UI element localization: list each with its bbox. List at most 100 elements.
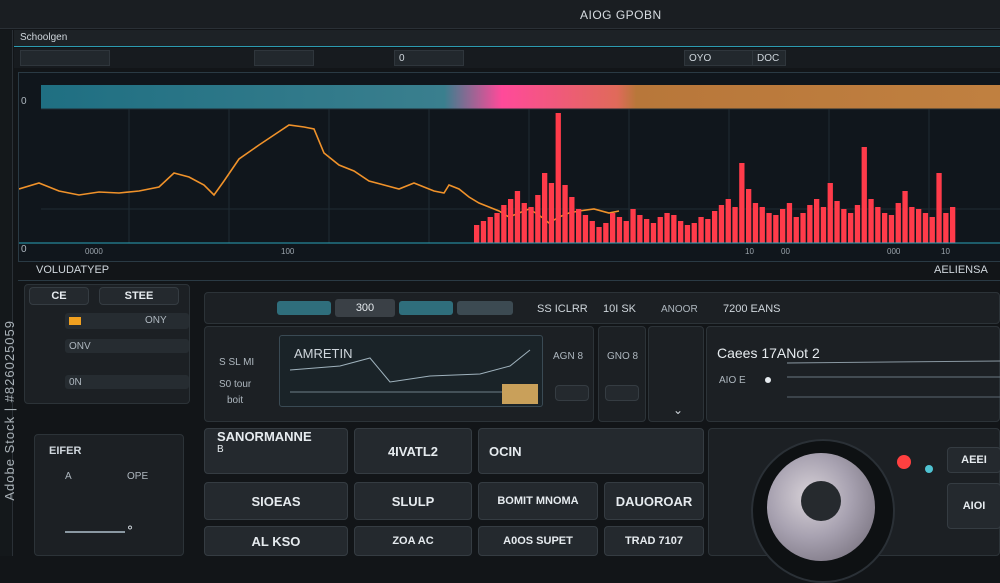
spectrum-bar — [630, 209, 636, 243]
row-label-2: ONV — [69, 341, 91, 352]
mini-toggle-2[interactable] — [605, 385, 639, 401]
row-label-1: ONY — [145, 315, 167, 326]
knob-panel: AEEI AIOI — [708, 428, 1000, 583]
watermark: Adobe Stock | #826025059 — [2, 320, 17, 501]
spectrum-bar — [501, 205, 507, 243]
divider — [18, 280, 1000, 281]
spectrum-bar — [780, 209, 786, 243]
spectrum-bar — [732, 207, 738, 243]
right-panel-lines — [787, 360, 1000, 398]
row-label-3: 0N — [69, 377, 82, 388]
spectrum-bar — [712, 211, 718, 243]
small-panel-title: EIFER — [49, 445, 82, 457]
header-cell-2: 10I SK — [603, 303, 637, 315]
header-strip: Schoolgen — [14, 30, 1000, 47]
side-button-2[interactable]: AIOI — [947, 483, 1000, 529]
spectrum-bar — [705, 219, 711, 243]
row-field-3[interactable] — [65, 375, 189, 389]
button-ivatl2[interactable]: 4IVATL2 — [354, 428, 472, 474]
spectrum-bar — [508, 199, 514, 243]
button-al-kso[interactable]: AL KSO — [204, 526, 348, 556]
spectrum-bar — [725, 199, 731, 243]
tab-stee[interactable]: STEE — [99, 287, 179, 305]
spectrum-bar — [623, 221, 629, 243]
button-label: SANORMANNE — [217, 429, 312, 444]
spectrum-bar — [487, 217, 493, 243]
toolbar-field-3[interactable]: 0 — [394, 50, 464, 66]
mini-toggle-1[interactable] — [555, 385, 589, 401]
status-led — [925, 465, 933, 473]
button-a0os-supet[interactable]: A0OS SUPET — [478, 526, 598, 556]
tick-label-3: 10 — [745, 247, 754, 256]
header-field[interactable]: 300 — [335, 299, 395, 317]
tab-ce[interactable]: CE — [29, 287, 89, 305]
button-sanormanne[interactable]: SANORMANNE B — [204, 428, 348, 474]
mini-screen-trace — [289, 349, 538, 404]
graph-left-mark-2: 0 — [21, 244, 27, 255]
spectrum-bar — [698, 217, 704, 243]
small-panel-row-1: A — [65, 471, 72, 482]
waveform-display[interactable]: 0000 100 10 00 000 10 — [18, 72, 1000, 262]
spectrum-bar — [521, 203, 527, 243]
toolbar-field-2[interactable] — [254, 50, 314, 66]
slider-chip-1[interactable] — [277, 301, 331, 315]
chevron-panel: ⌄ — [648, 326, 704, 422]
right-panel-sub: AIO E — [719, 375, 746, 386]
spectrum-bar — [684, 225, 691, 243]
link-icon[interactable]: ⚬ — [125, 521, 135, 535]
button-dauoroar[interactable]: DAUOROAR — [604, 482, 704, 520]
header-cell-4: 7200 EANS — [723, 303, 781, 315]
window-title: AIOG GPOBN — [580, 8, 662, 22]
side-button-1[interactable]: AEEI — [947, 447, 1000, 473]
spectrum-bar — [535, 195, 541, 243]
spectrum-bar — [514, 191, 521, 243]
toolbar-field-5[interactable]: DOC — [752, 50, 786, 66]
mini-screen[interactable]: AMRETIN — [279, 335, 543, 407]
spectrum-bar — [569, 197, 575, 243]
red-bars — [474, 113, 956, 243]
spectrum-bar — [766, 213, 772, 243]
spectrum-bar — [895, 203, 901, 243]
toolbar-field-1[interactable] — [20, 50, 110, 66]
spectrum-bar — [746, 189, 752, 243]
mini-screen-left-value: AGN 8 — [553, 351, 584, 362]
button-sioeas[interactable]: SIOEAS — [204, 482, 348, 520]
spectrum-bar — [854, 205, 861, 243]
small-panel-line — [65, 531, 125, 533]
mid-panel: S SL MI S0 tour boit AMRETIN AGN 8 — [204, 326, 594, 422]
button-trad[interactable]: TRAD 7107 — [604, 526, 704, 556]
spectrum-bar — [657, 217, 663, 243]
row-field-1[interactable] — [65, 313, 189, 329]
spectrum-bar — [528, 207, 534, 243]
section-title-left: VOLUDATYEP — [36, 264, 110, 276]
spectrum-bar — [936, 173, 942, 243]
waveform-svg: 0000 100 10 00 000 10 — [19, 85, 1000, 256]
button-ocin[interactable]: OCIN — [478, 428, 704, 474]
tick-label-1: 0000 — [85, 247, 103, 256]
button-zoa-ac[interactable]: ZOA AC — [354, 526, 472, 556]
button-slulp[interactable]: SLULP — [354, 482, 472, 520]
chevron-down-icon[interactable]: ⌄ — [673, 403, 683, 417]
tick-label-6: 10 — [941, 247, 950, 256]
toolbar-field-4[interactable]: OYO — [684, 50, 754, 66]
strip-label: Schoolgen — [20, 32, 68, 43]
spectrum-bar — [650, 223, 657, 243]
spectrum-bar — [773, 215, 779, 243]
button-sub: B — [217, 444, 224, 455]
spectrum-bar — [603, 223, 609, 243]
spectrum-bar — [548, 183, 555, 243]
button-bomit[interactable]: BOMIT MNOMA — [478, 482, 598, 520]
slider-chip-2[interactable] — [399, 301, 453, 315]
spectrum-bar — [800, 213, 806, 243]
spectrum-bar — [576, 209, 582, 243]
dot-indicator — [765, 377, 771, 383]
spectrum-bar — [814, 199, 820, 243]
slider-chip-3[interactable] — [457, 301, 513, 315]
graph-left-mark-1: 0 — [21, 96, 27, 107]
mid-header: 300 SS ICLRR 10I SK ANOOR 7200 EANS — [204, 292, 1000, 324]
left-panel: CE STEE ONY ONV 0N — [24, 284, 190, 404]
spectrum-bar — [542, 173, 548, 243]
spectrum-bar — [786, 203, 793, 243]
record-led[interactable] — [897, 455, 911, 469]
header-cell-1: SS ICLRR — [537, 303, 588, 315]
